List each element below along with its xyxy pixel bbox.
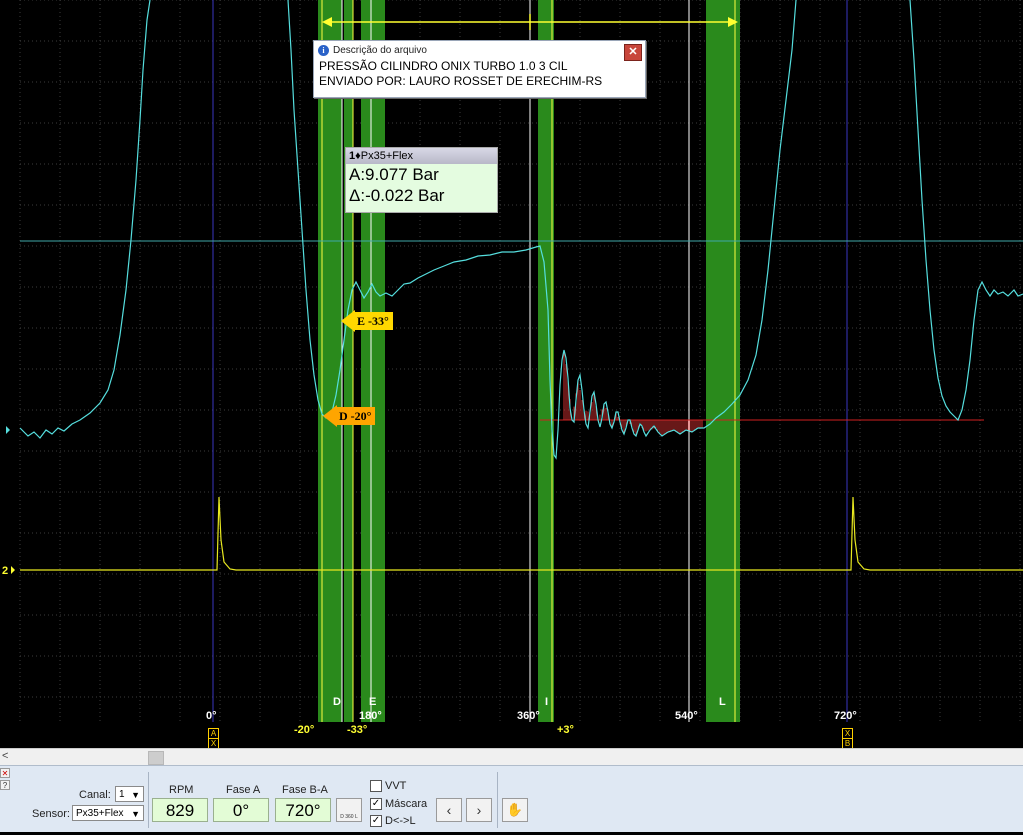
scroll-thumb[interactable]	[148, 751, 164, 765]
description-dialog: i Descrição do arquivo ✕ PRESSÃO CILINDR…	[313, 40, 646, 98]
horizontal-scrollbar[interactable]: <	[0, 748, 1023, 766]
mask-hatch	[563, 350, 703, 436]
mascara-checkbox-box: ✓	[370, 798, 382, 810]
fase-ba-label: Fase B-A	[282, 784, 328, 796]
mascara-checkbox[interactable]: ✓ Máscara	[370, 798, 427, 810]
marker-e[interactable]: E -33°	[341, 310, 393, 332]
separator	[497, 772, 498, 828]
rpm-label: RPM	[169, 784, 194, 796]
zone-d-e-2	[344, 0, 353, 722]
next-button[interactable]: ›	[466, 798, 492, 822]
readout-header: 1♦Px35+Flex	[346, 148, 497, 164]
description-line-1: PRESSÃO CILINDRO ONIX TURBO 1.0 3 CIL	[319, 59, 568, 73]
dl-checkbox[interactable]: ✓ D<->L	[370, 815, 416, 827]
readout-delta-value: Δ:-0.022 Bar	[349, 186, 445, 205]
close-panel-icon[interactable]: ✕	[0, 768, 10, 778]
bottom-toolbar: ✕ ? Canal: 1 ▼ Sensor: Px35+Flex ▼ RPM 829…	[0, 765, 1023, 832]
degree-label-180: 180°	[359, 710, 382, 722]
channel-1-arrow	[6, 426, 10, 434]
degree-label-540: 540°	[675, 710, 698, 722]
marker-e-label: E -33°	[355, 312, 393, 330]
zone-letter-i: I	[545, 696, 549, 708]
span-d360l-button[interactable]: D 360 L	[336, 798, 362, 822]
sensor-label: Sensor:	[32, 808, 70, 820]
chevron-down-icon: ▼	[131, 790, 140, 800]
fase-a-label: Fase A	[226, 784, 261, 796]
description-title: Descrição do arquivo	[333, 44, 427, 56]
offset-label-e: -33°	[347, 724, 368, 736]
measurement-readout[interactable]: 1♦Px35+Flex A:9.077 Bar Δ:-0.022 Bar	[345, 147, 498, 213]
canal-select[interactable]: 1 ▼	[115, 786, 144, 802]
vvt-checkbox[interactable]: VVT	[370, 780, 406, 792]
scope-display[interactable]: 2 i Descrição do arquivo ✕ PRESSÃO CILIN…	[0, 0, 1023, 749]
rpm-value: 829	[152, 798, 208, 822]
hand-icon[interactable]: ✋	[502, 798, 528, 822]
scroll-left-icon[interactable]: <	[2, 750, 8, 762]
readout-a-value: A:9.077 Bar	[349, 165, 439, 184]
degree-label-720: 720°	[834, 710, 857, 722]
description-line-2: ENVIADO POR: LAURO ROSSET DE ERECHIM-RS	[319, 74, 603, 88]
degree-label-360: 360°	[517, 710, 540, 722]
zone-letter-l: L	[719, 696, 726, 708]
oscilloscope-plot[interactable]: 2	[0, 0, 1023, 748]
prev-button[interactable]: ‹	[436, 798, 462, 822]
degree-label-0: 0°	[206, 710, 217, 722]
grid	[19, 0, 1023, 722]
fase-ba-value: 720°	[275, 798, 331, 822]
offset-label-i: +3°	[557, 724, 574, 736]
marker-d[interactable]: D -20°	[323, 405, 376, 427]
zone-letter-d: D	[333, 696, 341, 708]
channel-2-marker: 2	[2, 565, 8, 577]
sensor-select[interactable]: Px35+Flex ▼	[72, 805, 144, 821]
separator	[148, 772, 149, 828]
channel-2-arrow	[11, 566, 15, 574]
help-icon[interactable]: ?	[0, 780, 10, 790]
zone-letter-e: E	[369, 696, 377, 708]
dl-checkbox-box: ✓	[370, 815, 382, 827]
offset-label-d: -20°	[294, 724, 315, 736]
canal-label: Canal:	[79, 789, 111, 801]
info-icon: i	[318, 44, 329, 56]
fase-a-value: 0°	[213, 798, 269, 822]
chevron-down-icon: ▼	[131, 809, 140, 819]
zone-e	[361, 0, 385, 722]
marker-d-label: D -20°	[337, 407, 376, 425]
close-button[interactable]: ✕	[624, 44, 642, 61]
description-header: i Descrição do arquivo	[314, 41, 645, 59]
vvt-checkbox-box	[370, 780, 382, 792]
